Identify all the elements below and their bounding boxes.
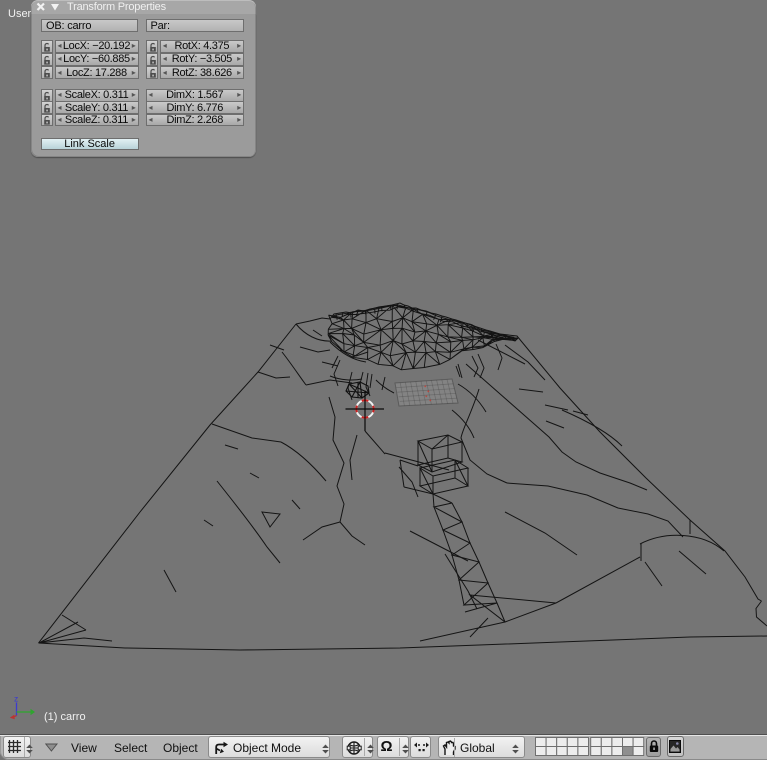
- svg-text:z: z: [14, 694, 18, 704]
